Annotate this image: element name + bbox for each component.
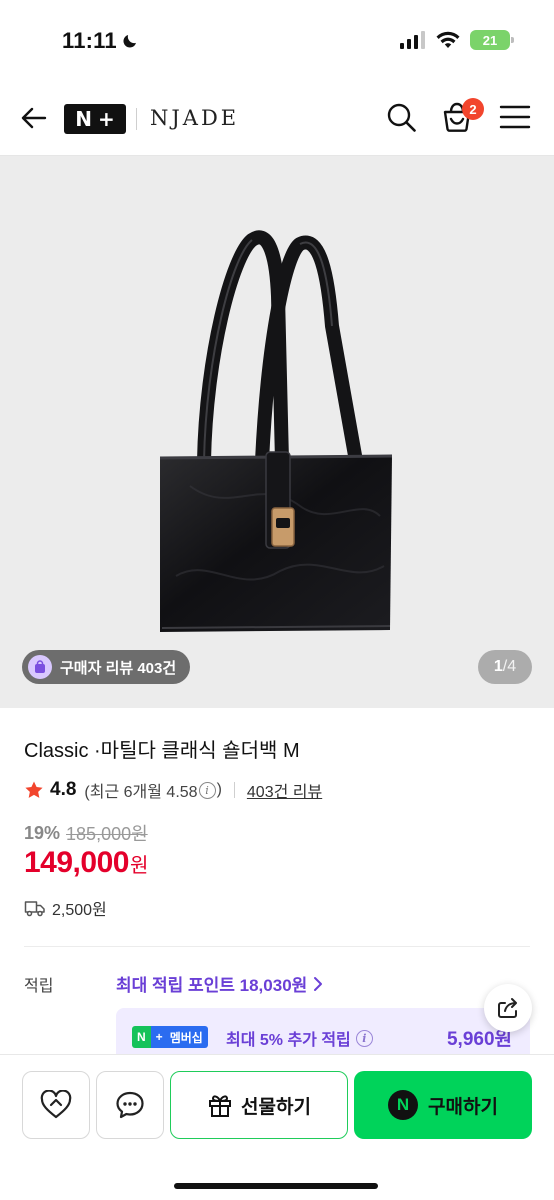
badge-membership: 멤버십 (167, 1026, 208, 1048)
rating-row: 4.8 (최근 6개월 4.58 i ) 403건 리뷰 (24, 778, 322, 802)
discount-rate: 19% (24, 822, 61, 843)
discount-row: 19% 185,000원 (24, 820, 148, 846)
sale-price-row: 149,000 원 (24, 846, 148, 880)
buyer-review-chip[interactable]: 구매자 리뷰 403건 (22, 650, 191, 684)
recent-rating-prefix: (최근 6개월 4.58 (84, 784, 198, 801)
original-price: 185,000원 (66, 824, 148, 844)
review-count-link[interactable]: 403건 리뷰 (247, 778, 322, 802)
share-button[interactable] (484, 984, 532, 1032)
recent-rating-suffix: ) (216, 781, 222, 798)
badge-n: N (132, 1026, 151, 1048)
home-indicator[interactable] (174, 1183, 378, 1189)
bottom-action-bar: 선물하기 N 구매하기 (0, 1054, 554, 1200)
status-indicators: 21 (400, 30, 514, 50)
review-chip-label: 구매자 리뷰 403건 (60, 659, 177, 677)
cart-count-badge: 2 (462, 98, 484, 120)
nplus-logo-plus: + (97, 107, 115, 131)
max-points-text: 최대 적립 포인트 18,030원 (116, 976, 308, 995)
heart-icon (40, 1090, 72, 1119)
wifi-icon (436, 31, 460, 48)
battery-indicator: 21 (470, 30, 514, 50)
chevron-right-icon (314, 976, 323, 991)
back-arrow-icon[interactable] (18, 102, 50, 134)
rating-divider (233, 782, 235, 798)
top-header: N + NJADE 2 (0, 80, 554, 156)
buy-button[interactable]: N 구매하기 (354, 1071, 532, 1139)
nplus-membership-badge: N + 멤버십 (132, 1026, 208, 1048)
product-title: Classic ·마틸다 클래식 숄더백 M (24, 740, 300, 762)
info-icon[interactable]: i (198, 781, 216, 799)
max-points-link[interactable]: 최대 적립 포인트 18,030원 (116, 971, 325, 996)
gift-button[interactable]: 선물하기 (170, 1071, 348, 1139)
buy-label: 구매하기 (428, 1096, 498, 1118)
chat-icon (116, 1091, 144, 1119)
logo-divider (136, 108, 137, 130)
points-label: 적립 (24, 978, 54, 995)
search-icon[interactable] (384, 100, 418, 134)
sale-price: 149,000 (24, 846, 129, 879)
clock-text: 11:11 (62, 28, 117, 53)
gift-label: 선물하기 (241, 1096, 311, 1118)
product-photo (159, 230, 393, 632)
status-time: 11:11 (62, 28, 139, 54)
section-divider (24, 946, 530, 947)
status-bar: 11:11 21 (0, 0, 554, 80)
currency-unit: 원 (129, 855, 149, 877)
star-icon (25, 781, 43, 798)
rating-value: 4.8 (50, 779, 77, 800)
battery-level: 21 (482, 32, 498, 48)
page-current: 1 (493, 658, 503, 675)
signal-icon (400, 31, 425, 49)
image-page-indicator: 1 / 4 (478, 650, 532, 684)
review-bag-icon (28, 655, 52, 679)
truck-icon (24, 901, 45, 917)
shipping-fee: 2,500원 (52, 902, 107, 919)
shipping-row: 2,500원 (24, 896, 107, 920)
badge-plus: + (150, 1026, 168, 1048)
nplus-logo[interactable]: N + (64, 104, 126, 134)
nplus-logo-n: N (75, 107, 92, 131)
wishlist-button[interactable] (22, 1071, 90, 1139)
share-icon (498, 998, 517, 1018)
gift-icon (209, 1095, 232, 1117)
membership-info-icon[interactable]: i (355, 1029, 373, 1047)
brand-logo[interactable]: NJADE (150, 106, 239, 130)
product-image-gallery[interactable]: 구매자 리뷰 403건 1 / 4 (0, 156, 554, 708)
naver-logo-icon: N (388, 1090, 419, 1120)
recent-rating: (최근 6개월 4.58 i ) (84, 778, 221, 802)
menu-icon[interactable] (498, 100, 532, 134)
talk-button[interactable] (96, 1071, 164, 1139)
membership-extra-points: 최대 5% 추가 적립 i (226, 1026, 374, 1050)
page-total: 4 (507, 658, 517, 675)
membership-text: 최대 5% 추가 적립 (226, 1032, 351, 1049)
moon-icon (123, 35, 136, 48)
